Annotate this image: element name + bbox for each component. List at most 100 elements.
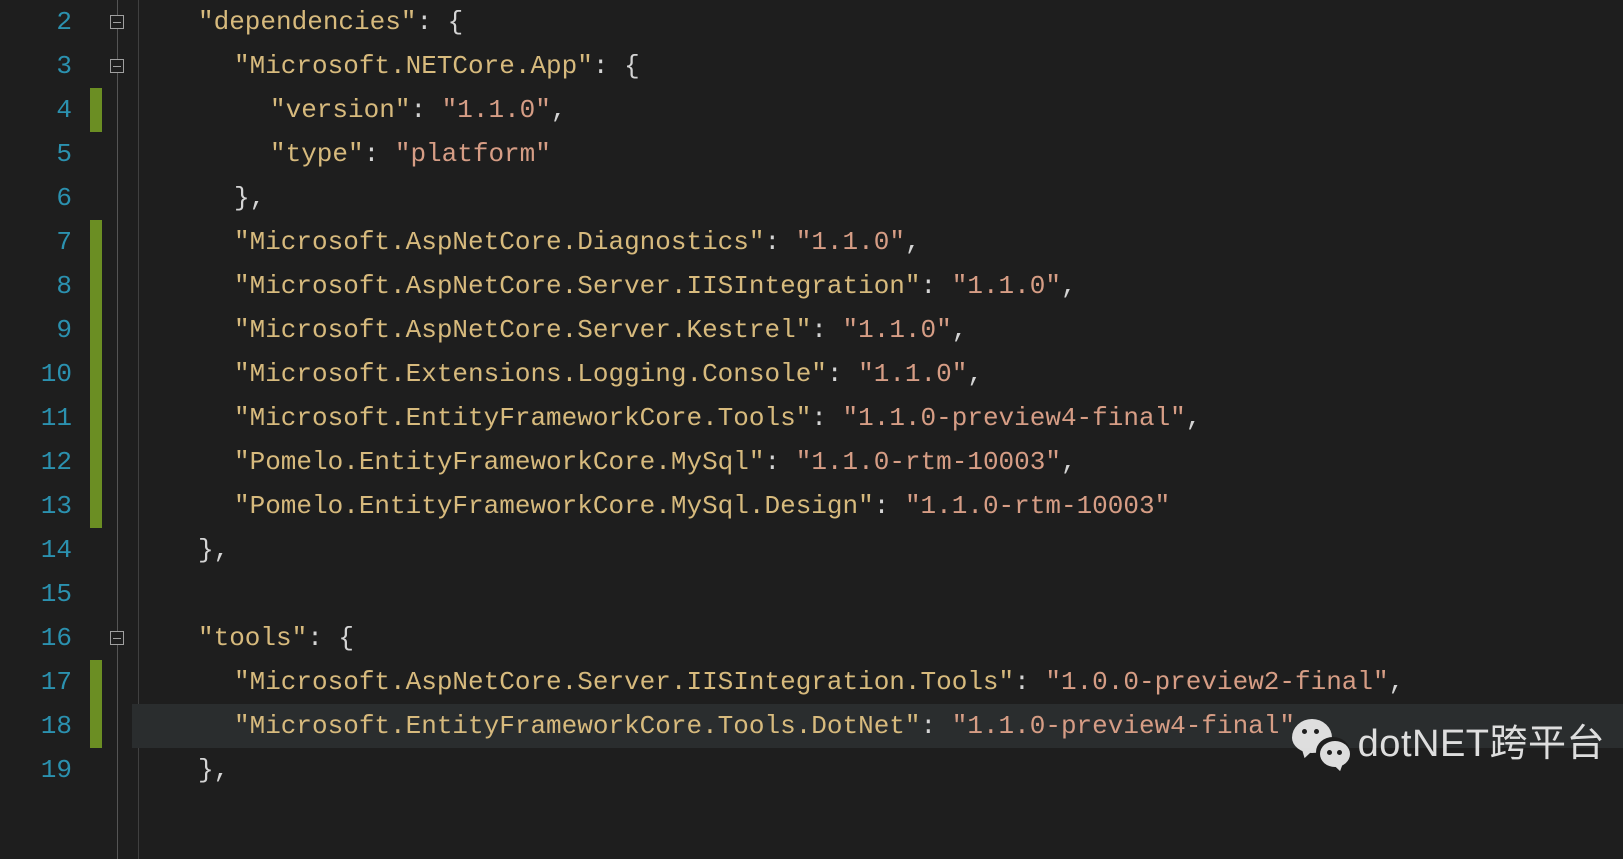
- change-marker: [90, 616, 102, 660]
- code-token: "Pomelo.EntityFrameworkCore.MySql": [234, 447, 765, 477]
- change-marker: [90, 704, 102, 748]
- code-token: "1.1.0-preview4-final": [952, 711, 1295, 741]
- code-line[interactable]: "Microsoft.AspNetCore.Server.IISIntegrat…: [132, 660, 1623, 704]
- code-line[interactable]: },: [132, 748, 1623, 792]
- code-token: "Microsoft.NETCore.App": [234, 51, 593, 81]
- code-token: :: [811, 403, 842, 433]
- fold-toggle-icon[interactable]: [110, 631, 124, 645]
- code-token: :: [364, 139, 395, 169]
- change-marker: [90, 484, 102, 528]
- code-line[interactable]: "Pomelo.EntityFrameworkCore.MySql.Design…: [132, 484, 1623, 528]
- code-line[interactable]: "type": "platform": [132, 132, 1623, 176]
- fold-toggle-icon[interactable]: [110, 59, 124, 73]
- code-token: ,: [967, 359, 983, 389]
- code-token: "platform": [395, 139, 551, 169]
- line-number: 11: [0, 396, 72, 440]
- code-token: :: [874, 491, 905, 521]
- code-token: ,: [1061, 447, 1077, 477]
- change-marker: [90, 132, 102, 176]
- code-token: "tools": [198, 623, 307, 653]
- line-number: 15: [0, 572, 72, 616]
- change-marker: [90, 0, 102, 44]
- code-token: :: [765, 447, 796, 477]
- fold-gutter: [102, 0, 132, 859]
- line-number: 10: [0, 352, 72, 396]
- code-token: :: [921, 271, 952, 301]
- code-token: :: [1014, 667, 1045, 697]
- change-marker: [90, 176, 102, 220]
- line-number: 13: [0, 484, 72, 528]
- change-marker: [90, 88, 102, 132]
- code-token: "dependencies": [198, 7, 416, 37]
- code-token: ,: [1061, 271, 1077, 301]
- code-line[interactable]: "Microsoft.NETCore.App": {: [132, 44, 1623, 88]
- line-number: 17: [0, 660, 72, 704]
- line-number: 6: [0, 176, 72, 220]
- code-token: "1.1.0": [858, 359, 967, 389]
- code-line[interactable]: "dependencies": {: [132, 0, 1623, 44]
- change-indicator-gutter: [90, 0, 102, 859]
- change-marker: [90, 396, 102, 440]
- code-line[interactable]: "tools": {: [132, 616, 1623, 660]
- line-number: 2: [0, 0, 72, 44]
- code-token: :: [827, 359, 858, 389]
- line-number: 4: [0, 88, 72, 132]
- line-number: 12: [0, 440, 72, 484]
- code-token: "Microsoft.AspNetCore.Server.IISIntegrat…: [234, 271, 921, 301]
- line-number: 7: [0, 220, 72, 264]
- code-token: "1.1.0": [796, 227, 905, 257]
- fold-toggle-icon[interactable]: [110, 15, 124, 29]
- code-area[interactable]: "dependencies": {"Microsoft.NETCore.App"…: [132, 0, 1623, 859]
- line-number: 19: [0, 748, 72, 792]
- line-number: 5: [0, 132, 72, 176]
- code-token: "Microsoft.EntityFrameworkCore.Tools": [234, 403, 811, 433]
- change-marker: [90, 220, 102, 264]
- code-line[interactable]: },: [132, 528, 1623, 572]
- change-marker: [90, 264, 102, 308]
- code-line[interactable]: "Microsoft.AspNetCore.Server.Kestrel": "…: [132, 308, 1623, 352]
- code-token: "Microsoft.EntityFrameworkCore.Tools.Dot…: [234, 711, 921, 741]
- code-token: "1.1.0": [843, 315, 952, 345]
- code-token: "1.1.0-preview4-final": [843, 403, 1186, 433]
- line-number: 16: [0, 616, 72, 660]
- code-line[interactable]: "Microsoft.Extensions.Logging.Console": …: [132, 352, 1623, 396]
- code-line[interactable]: [132, 572, 1623, 616]
- line-number: 18: [0, 704, 72, 748]
- code-token: },: [198, 755, 229, 785]
- code-token: "version": [270, 95, 410, 125]
- change-marker: [90, 352, 102, 396]
- code-line[interactable]: },: [132, 176, 1623, 220]
- code-line[interactable]: "Microsoft.EntityFrameworkCore.Tools": "…: [132, 396, 1623, 440]
- code-token: "1.1.0": [442, 95, 551, 125]
- change-marker: [90, 528, 102, 572]
- code-token: },: [198, 535, 229, 565]
- change-marker: [90, 748, 102, 792]
- line-number-gutter: 2345678910111213141516171819: [0, 0, 90, 859]
- code-line[interactable]: "Microsoft.EntityFrameworkCore.Tools.Dot…: [132, 704, 1623, 748]
- line-number: 9: [0, 308, 72, 352]
- code-line[interactable]: "Microsoft.AspNetCore.Server.IISIntegrat…: [132, 264, 1623, 308]
- code-line[interactable]: "version": "1.1.0",: [132, 88, 1623, 132]
- line-number: 3: [0, 44, 72, 88]
- code-token: ,: [1186, 403, 1202, 433]
- code-line[interactable]: "Pomelo.EntityFrameworkCore.MySql": "1.1…: [132, 440, 1623, 484]
- code-token: :: [765, 227, 796, 257]
- code-token: "Microsoft.AspNetCore.Server.IISIntegrat…: [234, 667, 1014, 697]
- code-editor[interactable]: 2345678910111213141516171819 "dependenci…: [0, 0, 1623, 859]
- code-token: },: [234, 183, 265, 213]
- code-token: "Pomelo.EntityFrameworkCore.MySql.Design…: [234, 491, 874, 521]
- code-token: ,: [1389, 667, 1405, 697]
- code-token: ,: [551, 95, 567, 125]
- code-line[interactable]: "Microsoft.AspNetCore.Diagnostics": "1.1…: [132, 220, 1623, 264]
- change-marker: [90, 440, 102, 484]
- code-token: : {: [307, 623, 354, 653]
- code-token: ,: [952, 315, 968, 345]
- code-token: ,: [905, 227, 921, 257]
- code-token: "type": [270, 139, 364, 169]
- change-marker: [90, 308, 102, 352]
- code-token: :: [811, 315, 842, 345]
- change-marker: [90, 44, 102, 88]
- code-token: "1.1.0-rtm-10003": [905, 491, 1170, 521]
- code-token: "1.1.0-rtm-10003": [796, 447, 1061, 477]
- code-token: "Microsoft.AspNetCore.Server.Kestrel": [234, 315, 811, 345]
